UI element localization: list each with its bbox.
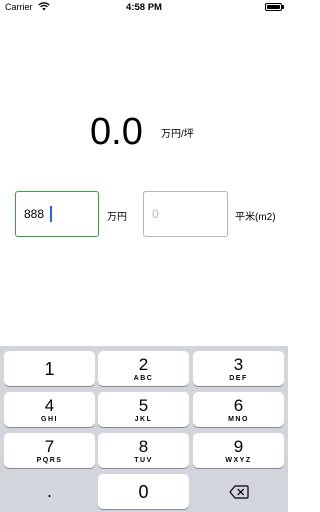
key-4[interactable]: 4 GHI (4, 392, 95, 427)
key-digit: 9 (233, 437, 244, 456)
key-digit: 3 (233, 355, 244, 374)
status-bar: Carrier 4:58 PM (0, 0, 288, 16)
text-caret (50, 206, 52, 222)
price-unit-label: 万円 (107, 212, 127, 223)
key-letters: ABC (133, 375, 154, 382)
key-letters: GHI (41, 416, 58, 423)
key-digit: 1 (44, 359, 55, 379)
key-letters: WXYZ (225, 457, 252, 464)
key-8[interactable]: 8 TUV (98, 433, 189, 468)
key-3[interactable]: 3 DEF (193, 351, 284, 386)
status-time: 4:58 PM (126, 2, 162, 13)
key-letters: JKL (134, 416, 153, 423)
key-letters: TUV (134, 457, 153, 464)
key-1[interactable]: 1 (4, 351, 95, 386)
key-letters: PQRS (36, 457, 63, 464)
area-field[interactable] (143, 191, 228, 237)
key-digit: 5 (138, 396, 149, 415)
key-digit: 8 (138, 437, 149, 456)
price-input[interactable] (16, 192, 98, 236)
key-2[interactable]: 2 ABC (98, 351, 189, 386)
key-digit: 2 (138, 355, 149, 374)
price-field[interactable] (15, 191, 99, 237)
key-digit: 0 (138, 482, 149, 502)
key-digit: 6 (233, 396, 244, 415)
battery-icon (265, 3, 282, 11)
key-digit: 7 (44, 437, 55, 456)
result-value: 0.0 (90, 111, 143, 153)
result-unit: 万円/坪 (161, 129, 194, 140)
key-9[interactable]: 9 WXYZ (193, 433, 284, 468)
key-backspace[interactable] (193, 474, 284, 509)
backspace-icon (228, 485, 249, 499)
battery-cap (282, 5, 284, 9)
area-input[interactable] (144, 192, 227, 236)
key-5[interactable]: 5 JKL (98, 392, 189, 427)
key-letters: MNO (228, 416, 249, 423)
key-decimal[interactable]: . (4, 474, 95, 509)
decimal-point-label: . (46, 481, 52, 501)
key-0[interactable]: 0 (98, 474, 189, 509)
area-unit-label: 平米(m2) (235, 212, 276, 223)
key-digit: 4 (44, 396, 55, 415)
key-letters: DEF (229, 375, 248, 382)
key-6[interactable]: 6 MNO (193, 392, 284, 427)
key-7[interactable]: 7 PQRS (4, 433, 95, 468)
